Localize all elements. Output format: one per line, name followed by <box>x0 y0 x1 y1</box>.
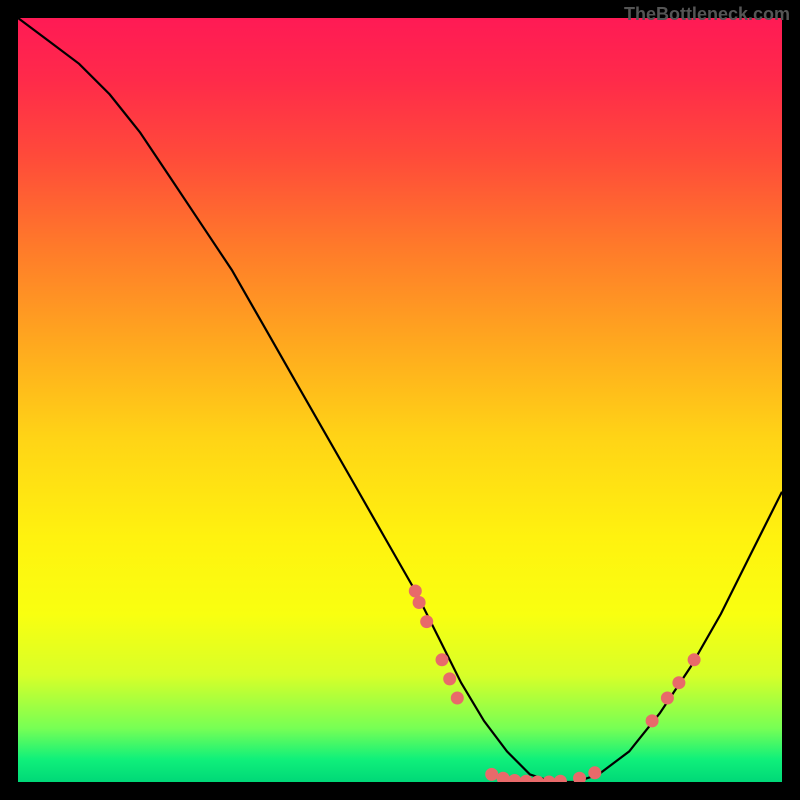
data-point <box>543 776 556 783</box>
chart-plot-area <box>18 18 782 782</box>
data-point <box>413 596 426 609</box>
data-point <box>420 615 433 628</box>
data-point <box>443 672 456 685</box>
curve-markers <box>409 585 701 783</box>
data-point <box>554 775 567 782</box>
data-point <box>409 585 422 598</box>
chart-curve-layer <box>18 18 782 782</box>
data-point <box>688 653 701 666</box>
data-point <box>436 653 449 666</box>
data-point <box>451 692 464 705</box>
data-point <box>672 676 685 689</box>
data-point <box>497 772 510 782</box>
data-point <box>588 766 601 779</box>
bottleneck-curve <box>18 18 782 782</box>
data-point <box>646 714 659 727</box>
data-point <box>485 768 498 781</box>
data-point <box>573 772 586 782</box>
data-point <box>661 692 674 705</box>
watermark-text: TheBottleneck.com <box>624 4 790 25</box>
data-point <box>508 774 521 782</box>
